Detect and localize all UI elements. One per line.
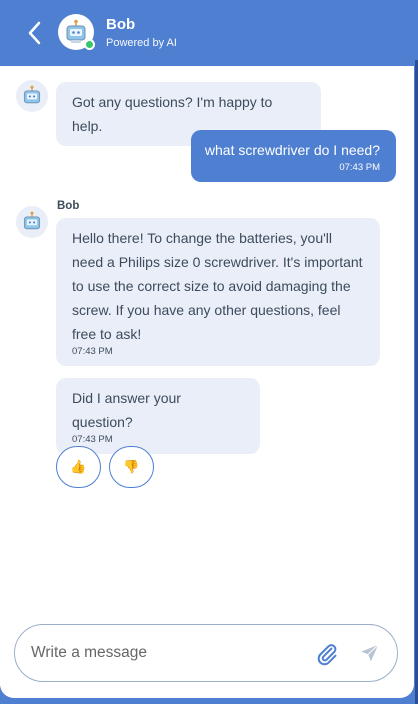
- thumbs-up-icon: 👍: [70, 459, 87, 474]
- message-text: Got any questions? I'm happy to help.: [72, 94, 273, 134]
- online-status-dot: [84, 39, 95, 50]
- message-time: 07:43 PM: [339, 162, 380, 173]
- robot-avatar-icon: [23, 85, 41, 104]
- message-composer: [14, 624, 398, 682]
- message-input[interactable]: [31, 639, 301, 667]
- send-button[interactable]: [359, 642, 383, 666]
- bot-avatar: [16, 80, 48, 112]
- bot-message: Hello there! To change the batteries, yo…: [56, 218, 380, 366]
- bot-avatar: [16, 206, 48, 238]
- message-time: 07:43 PM: [72, 346, 113, 357]
- thumbs-up-button[interactable]: 👍: [56, 446, 101, 488]
- message-text: Did I answer your question?: [72, 390, 181, 430]
- sender-name: Bob: [57, 200, 80, 212]
- back-button[interactable]: [22, 19, 46, 47]
- paperclip-icon: [317, 644, 337, 666]
- chevron-left-icon: [28, 21, 41, 45]
- chat-header: Bob Powered by AI: [0, 0, 414, 66]
- bot-subtitle: Powered by AI: [106, 37, 177, 49]
- chat-widget: Bob Powered by AI Got any questions? I'm…: [0, 0, 414, 698]
- bot-name: Bob: [106, 16, 136, 33]
- message-time: 07:43 PM: [72, 434, 113, 445]
- send-icon: [361, 644, 379, 662]
- robot-avatar-icon: [23, 211, 41, 230]
- message-text: what screwdriver do I need?: [204, 142, 380, 158]
- bot-message: Did I answer your question? 07:43 PM: [56, 378, 260, 454]
- user-message: what screwdriver do I need? 07:43 PM: [191, 130, 396, 182]
- thumbs-down-button[interactable]: 👎: [109, 446, 154, 488]
- thumbs-down-icon: 👎: [123, 459, 140, 474]
- attach-button[interactable]: [315, 642, 339, 666]
- message-list[interactable]: Got any questions? I'm happy to help. wh…: [0, 66, 414, 698]
- message-text: Hello there! To change the batteries, yo…: [72, 230, 363, 342]
